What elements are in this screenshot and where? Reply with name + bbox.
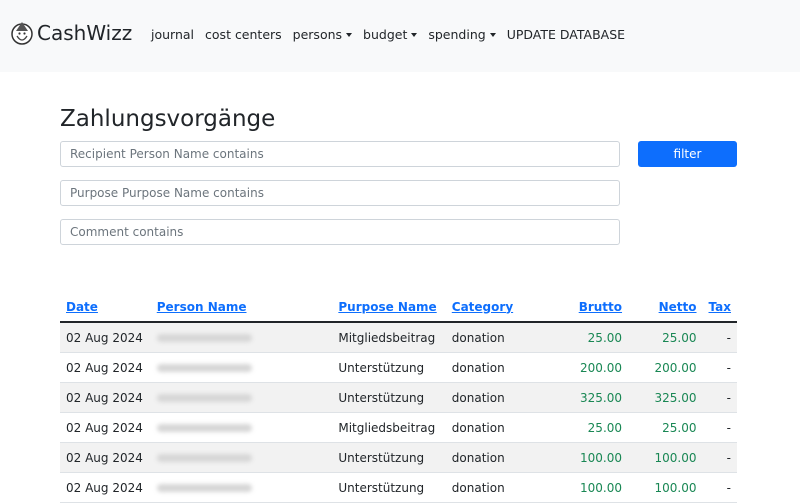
sort-category-link[interactable]: Category: [452, 300, 513, 314]
cell-purpose: Unterstützung: [332, 382, 446, 413]
cell-brutto: 325.00: [528, 382, 629, 413]
caret-down-icon: [411, 33, 418, 37]
col-purpose-header: Purpose Name: [332, 292, 446, 323]
cell-netto: 200.00: [628, 352, 703, 383]
filter-button[interactable]: filter: [638, 141, 737, 167]
table-row: 02 Aug 2024 Unterstützung donation 325.0…: [60, 382, 737, 413]
cell-person: [150, 412, 333, 443]
cell-brutto: 100.00: [528, 472, 629, 503]
cell-category: donation: [445, 472, 529, 503]
table-row: 02 Aug 2024 Unterstützung donation 200.0…: [60, 352, 737, 383]
nav-update-database-label: UPDATE DATABASE: [506, 27, 626, 42]
navbar: CashWizz journal cost centers persons bu…: [0, 0, 800, 72]
cell-purpose: Mitgliedsbeitrag: [332, 322, 446, 353]
sort-person-link[interactable]: Person Name: [157, 300, 247, 314]
cell-netto: 100.00: [628, 442, 703, 473]
cell-category: donation: [445, 442, 529, 473]
cell-tax: -: [702, 472, 737, 503]
col-person-header: Person Name: [150, 292, 333, 323]
redacted-name: [156, 394, 252, 402]
nav-journal[interactable]: journal: [151, 26, 194, 44]
nav-cost-centers[interactable]: cost centers: [205, 26, 282, 44]
caret-down-icon: [346, 33, 353, 37]
cell-category: donation: [445, 412, 529, 443]
cell-brutto: 25.00: [528, 412, 629, 443]
sort-tax-link[interactable]: Tax: [709, 300, 731, 314]
cell-purpose: Mitgliedsbeitrag: [332, 412, 446, 443]
nav-spending-label: spending: [428, 27, 486, 42]
cell-netto: 100.00: [628, 472, 703, 503]
cell-tax: -: [702, 442, 737, 473]
cell-person: [150, 472, 333, 503]
table-row: 02 Aug 2024 Unterstützung donation 100.0…: [60, 442, 737, 473]
caret-down-icon: [489, 33, 496, 37]
sort-purpose-link[interactable]: Purpose Name: [338, 300, 436, 314]
cell-date: 02 Aug 2024: [60, 382, 151, 413]
cell-date: 02 Aug 2024: [60, 412, 151, 443]
redacted-name: [156, 484, 252, 492]
col-date-header: Date: [60, 292, 151, 323]
nav-spending-dropdown[interactable]: spending: [428, 26, 496, 44]
recipient-filter-input[interactable]: [60, 141, 620, 167]
brand-name: CashWizz: [37, 21, 133, 45]
nav-menu: journal cost centers persons budget spen…: [151, 26, 636, 44]
nav-budget-label: budget: [363, 27, 408, 42]
cell-netto: 25.00: [628, 322, 703, 353]
table-row: 02 Aug 2024 Mitgliedsbeitrag donation 25…: [60, 322, 737, 353]
nav-persons-dropdown[interactable]: persons: [292, 26, 353, 44]
cell-netto: 325.00: [628, 382, 703, 413]
cell-category: donation: [445, 352, 529, 383]
sort-netto-link[interactable]: Netto: [659, 300, 697, 314]
nav-persons-label: persons: [292, 27, 343, 42]
cell-date: 02 Aug 2024: [60, 472, 151, 503]
cell-date: 02 Aug 2024: [60, 322, 151, 353]
redacted-name: [156, 454, 252, 462]
cell-date: 02 Aug 2024: [60, 352, 151, 383]
cell-tax: -: [702, 322, 737, 353]
cell-date: 02 Aug 2024: [60, 442, 151, 473]
col-tax-header: Tax: [702, 292, 737, 323]
col-category-header: Category: [445, 292, 529, 323]
cell-brutto: 25.00: [528, 322, 629, 353]
col-brutto-header: Brutto: [528, 292, 629, 323]
cell-brutto: 100.00: [528, 442, 629, 473]
nav-update-database[interactable]: UPDATE DATABASE: [507, 26, 625, 44]
cell-purpose: Unterstützung: [332, 472, 446, 503]
redacted-name: [156, 334, 252, 342]
purpose-filter-input[interactable]: [60, 180, 620, 206]
brand[interactable]: CashWizz: [10, 19, 132, 47]
nav-budget-dropdown[interactable]: budget: [363, 26, 418, 44]
cell-person: [150, 382, 333, 413]
table-header-row: Date Person Name Purpose Name Category B…: [60, 292, 737, 323]
cell-brutto: 200.00: [528, 352, 629, 383]
wizard-logo-icon: [11, 22, 33, 45]
table-row: 02 Aug 2024 Unterstützung donation 100.0…: [60, 472, 737, 503]
table-row: 02 Aug 2024 Mitgliedsbeitrag donation 25…: [60, 412, 737, 443]
comment-filter-input[interactable]: [60, 219, 620, 245]
redacted-name: [156, 364, 252, 372]
transactions-table: Date Person Name Purpose Name Category B…: [60, 292, 737, 503]
cell-person: [150, 322, 333, 353]
sort-brutto-link[interactable]: Brutto: [579, 300, 622, 314]
cell-category: donation: [445, 382, 529, 413]
cell-netto: 25.00: [628, 412, 703, 443]
sort-date-link[interactable]: Date: [66, 300, 98, 314]
redacted-name: [156, 424, 252, 432]
cell-tax: -: [702, 412, 737, 443]
cell-purpose: Unterstützung: [332, 352, 446, 383]
nav-journal-label: journal: [151, 27, 195, 42]
cell-person: [150, 352, 333, 383]
page-title: Zahlungsvorgänge: [60, 106, 276, 132]
cell-person: [150, 442, 333, 473]
cell-tax: -: [702, 382, 737, 413]
cell-category: donation: [445, 322, 529, 353]
cell-tax: -: [702, 352, 737, 383]
cell-purpose: Unterstützung: [332, 442, 446, 473]
col-netto-header: Netto: [628, 292, 703, 323]
nav-cost-centers-label: cost centers: [205, 27, 282, 42]
